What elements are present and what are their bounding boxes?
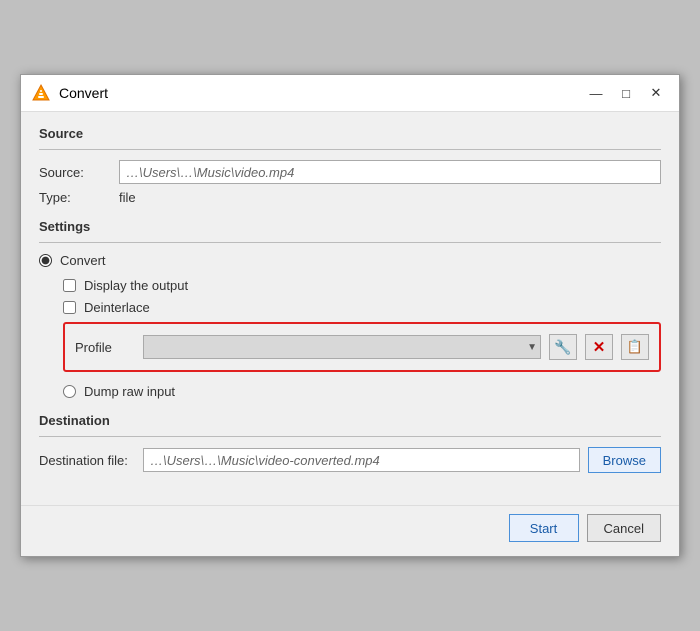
maximize-button[interactable]: □	[613, 83, 639, 103]
settings-section: Settings Convert Display the output Dein…	[39, 219, 661, 399]
cancel-button[interactable]: Cancel	[587, 514, 661, 542]
type-field-label: Type:	[39, 190, 119, 205]
source-field-label: Source:	[39, 165, 119, 180]
deinterlace-label[interactable]: Deinterlace	[84, 300, 150, 315]
deinterlace-checkbox[interactable]	[63, 301, 76, 314]
dump-radio-label[interactable]: Dump raw input	[84, 384, 175, 399]
type-row: Type: file	[39, 190, 661, 205]
display-output-checkbox[interactable]	[63, 279, 76, 292]
profile-label: Profile	[75, 340, 135, 355]
source-row: Source:	[39, 160, 661, 184]
display-output-label[interactable]: Display the output	[84, 278, 188, 293]
display-output-row: Display the output	[63, 278, 661, 293]
profile-select[interactable]	[143, 335, 541, 359]
profile-box: Profile ▼ 🔧 ✕ 📋	[63, 322, 661, 372]
source-section-label: Source	[39, 126, 661, 141]
settings-section-label: Settings	[39, 219, 661, 234]
minimize-button[interactable]: —	[583, 83, 609, 103]
close-button[interactable]: ✕	[643, 83, 669, 103]
deinterlace-row: Deinterlace	[63, 300, 661, 315]
dialog-content: Source Source: Type: file Settings Conve…	[21, 112, 679, 501]
window-controls: — □ ✕	[583, 83, 669, 103]
dump-radio-row: Dump raw input	[63, 384, 661, 399]
convert-dialog: Convert — □ ✕ Source Source: Type: file …	[20, 74, 680, 557]
wrench-icon: 🔧	[554, 339, 571, 356]
profile-select-wrapper: ▼	[143, 335, 541, 359]
destination-section-label: Destination	[39, 413, 661, 428]
profile-edit-btn[interactable]: 🔧	[549, 334, 577, 360]
source-input[interactable]	[119, 160, 661, 184]
settings-divider	[39, 242, 661, 243]
destination-section: Destination Destination file: Browse	[39, 413, 661, 473]
source-divider	[39, 149, 661, 150]
dump-radio[interactable]	[63, 385, 76, 398]
convert-radio[interactable]	[39, 254, 52, 267]
convert-radio-label[interactable]: Convert	[60, 253, 106, 268]
title-bar: Convert — □ ✕	[21, 75, 679, 112]
new-profile-icon: 📋	[627, 339, 643, 355]
vlc-icon	[31, 83, 51, 103]
dest-file-label: Destination file:	[39, 453, 135, 468]
destination-row: Destination file: Browse	[39, 447, 661, 473]
start-button[interactable]: Start	[509, 514, 579, 542]
convert-radio-row: Convert	[39, 253, 661, 268]
type-value: file	[119, 190, 136, 205]
profile-new-btn[interactable]: 📋	[621, 334, 649, 360]
window-title: Convert	[59, 85, 583, 101]
destination-divider	[39, 436, 661, 437]
button-row: Start Cancel	[21, 505, 679, 556]
profile-delete-btn[interactable]: ✕	[585, 334, 613, 360]
source-section: Source Source: Type: file	[39, 126, 661, 205]
delete-icon: ✕	[593, 338, 606, 356]
destination-input[interactable]	[143, 448, 580, 472]
browse-button[interactable]: Browse	[588, 447, 661, 473]
